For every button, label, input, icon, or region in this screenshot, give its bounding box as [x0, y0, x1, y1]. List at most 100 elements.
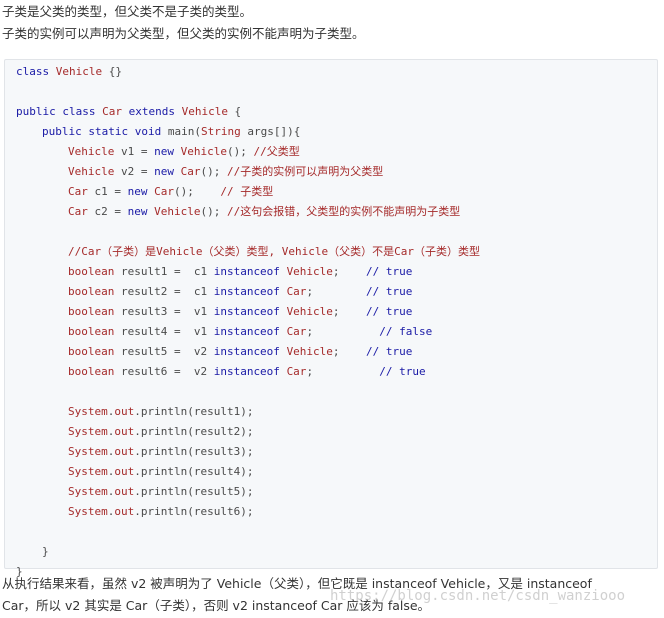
code-token: Vehicle: [68, 165, 115, 178]
code-line: System.out.println(result3);: [16, 442, 657, 462]
code-token: Vehicle: [180, 145, 227, 158]
code-token: public class: [16, 105, 103, 118]
code-token: new: [127, 205, 155, 218]
code-token: ;: [332, 265, 367, 278]
code-line: }: [16, 542, 657, 562]
code-token: ();: [200, 165, 227, 178]
code-token: ;: [306, 325, 380, 338]
code-token: Car: [102, 105, 122, 118]
code-token: ;: [306, 365, 380, 378]
intro-paragraph: 子类是父类的类型，但父类不是子类的类型。 子类的实例可以声明为父类型，但父类的实…: [2, 1, 662, 45]
code-token: out: [114, 405, 135, 418]
code-line: System.out.println(result5);: [16, 482, 657, 502]
code-token: {: [227, 105, 242, 118]
code-line: System.out.println(result6);: [16, 502, 657, 522]
code-line: boolean result4 = v1 instanceof Car; // …: [16, 322, 657, 342]
code-token: ();: [200, 205, 227, 218]
code-line: System.out.println(result1);: [16, 402, 657, 422]
code-token: // true: [366, 285, 413, 298]
code-token: result5 = v2: [114, 345, 214, 358]
code-token: // 子类型: [220, 185, 274, 198]
code-token: Car: [180, 165, 201, 178]
code-line: System.out.println(result4);: [16, 462, 657, 482]
code-line: Car c2 = new Vehicle(); //这句会报错，父类型的实例不能…: [16, 202, 657, 222]
code-token: Vehicle: [286, 305, 333, 318]
code-token: System: [68, 485, 108, 498]
code-token: v2 =: [114, 165, 155, 178]
code-token: result2 = c1: [114, 285, 214, 298]
code-token: Vehicle: [286, 345, 333, 358]
code-token: System: [68, 445, 108, 458]
code-token: new: [154, 145, 181, 158]
watermark: https://blog.csdn.net/csdn_wanziooo: [330, 588, 626, 604]
code-token: .println(result3);: [134, 445, 254, 458]
code-token: boolean: [68, 325, 115, 338]
code-token: result3 = v1: [114, 305, 214, 318]
code-token: args[]){: [240, 125, 301, 138]
code-token: .println(result5);: [134, 485, 254, 498]
code-token: {}: [102, 65, 122, 78]
code-token: // true: [366, 265, 413, 278]
code-token: out: [114, 425, 135, 438]
code-line: System.out.println(result2);: [16, 422, 657, 442]
code-line: boolean result5 = v2 instanceof Vehicle;…: [16, 342, 657, 362]
code-token: Car: [286, 285, 307, 298]
code-token: new: [127, 185, 155, 198]
code-token: .println(result6);: [134, 505, 254, 518]
code-line: Car c1 = new Car(); // 子类型: [16, 182, 657, 202]
code-line: boolean result6 = v2 instanceof Car; // …: [16, 362, 657, 382]
code-token: Car: [154, 185, 174, 198]
code-token: .println(result4);: [134, 465, 254, 478]
code-token: class: [16, 65, 56, 78]
code-token: boolean: [68, 345, 115, 358]
code-token: boolean: [68, 305, 115, 318]
code-token: out: [114, 465, 135, 478]
code-token: out: [114, 485, 135, 498]
code-token: instanceof: [213, 265, 287, 278]
code-line: public static void main(String args[]){: [16, 122, 657, 142]
code-line: boolean result2 = c1 instanceof Car; // …: [16, 282, 657, 302]
code-token: Vehicle: [154, 205, 201, 218]
intro-line-1: 子类是父类的类型，但父类不是子类的类型。: [2, 4, 253, 19]
code-line: boolean result3 = v1 instanceof Vehicle;…: [16, 302, 657, 322]
code-token: //子类的实例可以声明为父类型: [226, 165, 384, 178]
code-line: class Vehicle {}: [16, 62, 657, 82]
code-token: System: [68, 465, 108, 478]
code-token: c1 =: [87, 185, 128, 198]
code-token: v1 =: [114, 145, 155, 158]
code-token: //这句会报错，父类型的实例不能声明为子类型: [226, 205, 461, 218]
code-token: Car: [286, 365, 307, 378]
code-token: System: [68, 405, 108, 418]
code-token: Vehicle: [181, 105, 228, 118]
intro-line-2: 子类的实例可以声明为父类型，但父类的实例不能声明为子类型。: [2, 26, 365, 41]
code-token: //父类型: [253, 145, 300, 158]
code-token: ();: [226, 145, 254, 158]
code-token: Vehicle: [286, 265, 333, 278]
code-token: result4 = v1: [114, 325, 214, 338]
code-token: ;: [332, 305, 367, 318]
code-token: result1 = c1: [114, 265, 214, 278]
code-line: Vehicle v1 = new Vehicle(); //父类型: [16, 142, 657, 162]
code-token: instanceof: [213, 285, 287, 298]
code-block: class Vehicle {} public class Car extends…: [4, 59, 658, 578]
code-token: boolean: [68, 285, 115, 298]
code-token: ;: [332, 345, 367, 358]
code-token: c2 =: [87, 205, 128, 218]
code-token: instanceof: [213, 305, 287, 318]
code-token: new: [154, 165, 181, 178]
code-token: }: [42, 545, 49, 558]
code-token: result6 = v2: [114, 365, 214, 378]
code-token: public static void: [42, 125, 168, 138]
code-token: out: [114, 505, 135, 518]
code-token: Car: [68, 185, 88, 198]
code-token: instanceof: [213, 365, 287, 378]
code-token: //Car（子类）是Vehicle（父类）类型, Vehicle（父类）不是Ca…: [68, 245, 480, 258]
code-token: .println(result2);: [134, 425, 254, 438]
code-token: String: [200, 125, 241, 138]
code-token: // false: [379, 325, 433, 338]
code-token: instanceof: [213, 325, 287, 338]
